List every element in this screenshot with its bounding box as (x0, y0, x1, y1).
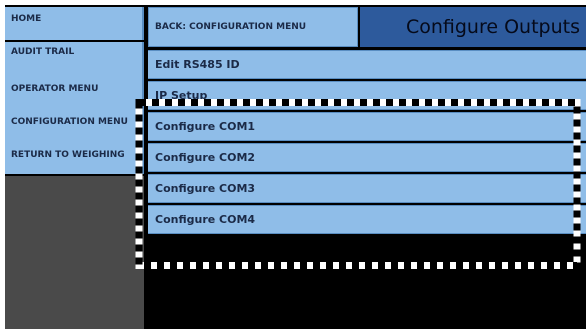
back-button-label: BACK: CONFIGURATION MENU (155, 22, 307, 32)
sidebar-item-label: RETURN TO WEIGHING (11, 150, 125, 160)
menu-item-configure-com3[interactable]: Configure COM3 (148, 174, 586, 203)
app-frame: HOME AUDIT TRAIL OPERATOR MENU CONFIGURA… (5, 5, 586, 329)
menu-item-label: Configure COM3 (155, 182, 256, 195)
menu-item-label: Configure COM1 (155, 120, 256, 133)
menu-item-ip-setup[interactable]: IP Setup (148, 81, 586, 110)
menu-item-label: Configure COM4 (155, 213, 256, 226)
sidebar-item-label: AUDIT TRAIL (11, 47, 75, 57)
sidebar-item-label: CONFIGURATION MENU (11, 117, 128, 127)
sidebar-item-audit-trail[interactable]: AUDIT TRAIL (5, 42, 144, 75)
menu-item-label: Edit RS485 ID (155, 58, 240, 71)
title-panel: Configure Outputs (360, 7, 586, 47)
menu-item-label: Configure COM2 (155, 151, 256, 164)
main-panel: BACK: CONFIGURATION MENU Configure Outpu… (147, 5, 586, 329)
sidebar-item-configuration-menu[interactable]: CONFIGURATION MENU (5, 108, 144, 141)
sidebar-item-operator-menu[interactable]: OPERATOR MENU (5, 75, 144, 108)
menu-item-edit-rs485-id[interactable]: Edit RS485 ID (148, 50, 586, 79)
menu-item-configure-com2[interactable]: Configure COM2 (148, 143, 586, 172)
sidebar-filler (5, 176, 144, 329)
menu-item-configure-com1[interactable]: Configure COM1 (148, 112, 586, 141)
menu-item-label: IP Setup (155, 89, 208, 102)
back-button[interactable]: BACK: CONFIGURATION MENU (148, 7, 358, 47)
page-title: Configure Outputs (405, 16, 580, 38)
sidebar: HOME AUDIT TRAIL OPERATOR MENU CONFIGURA… (5, 5, 145, 329)
menu-item-configure-com4[interactable]: Configure COM4 (148, 205, 586, 234)
sidebar-item-label: OPERATOR MENU (11, 84, 99, 94)
sidebar-item-label: HOME (11, 14, 42, 24)
sidebar-item-return-to-weighing[interactable]: RETURN TO WEIGHING (5, 141, 144, 174)
sidebar-item-home[interactable]: HOME (5, 7, 144, 40)
